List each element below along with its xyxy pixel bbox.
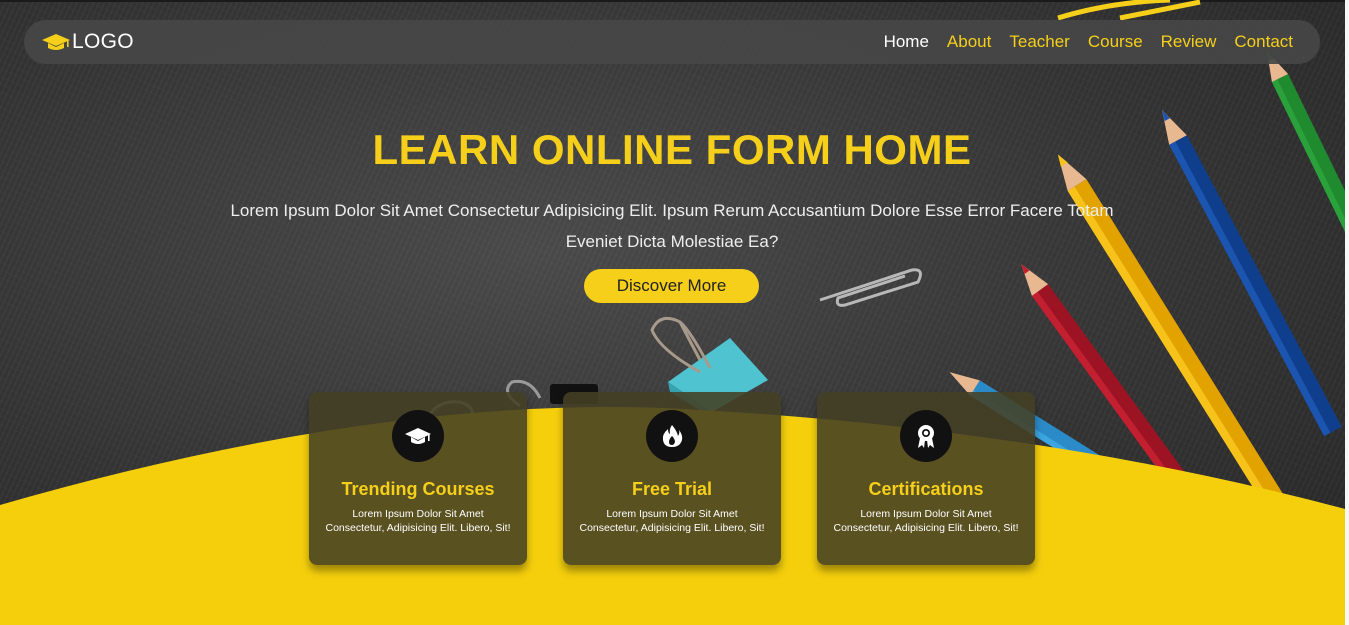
hero-section: LOGO Home About Teacher Course Review Co… — [0, 0, 1349, 625]
hero-description: Lorem Ipsum Dolor Sit Amet Consectetur A… — [230, 201, 1114, 251]
nav-link-review[interactable]: Review — [1161, 31, 1217, 53]
fire-icon — [662, 425, 683, 447]
logo-text: LOGO — [72, 30, 134, 53]
card-text: Lorem Ipsum Dolor Sit Amet Consectetur, … — [579, 508, 765, 534]
page-scroll-edge — [1345, 0, 1349, 625]
card-text: Lorem Ipsum Dolor Sit Amet Consectetur, … — [833, 508, 1019, 534]
nav-link-teacher[interactable]: Teacher — [1009, 31, 1069, 53]
nav-link-home[interactable]: Home — [884, 31, 929, 53]
nav-links: Home About Teacher Course Review Contact — [884, 31, 1293, 53]
feature-card-free-trial[interactable]: Free Trial Lorem Ipsum Dolor Sit Amet Co… — [563, 392, 781, 565]
graduation-cap-icon — [42, 34, 70, 50]
feature-card-certifications[interactable]: Certifications Lorem Ipsum Dolor Sit Ame… — [817, 392, 1035, 565]
card-title: Certifications — [868, 479, 984, 499]
graduation-cap-icon — [405, 428, 431, 444]
award-icon — [918, 425, 934, 448]
nav-link-about[interactable]: About — [947, 31, 991, 53]
card-icon-badge — [392, 410, 444, 462]
card-icon-badge — [646, 410, 698, 462]
logo[interactable]: LOGO — [42, 30, 134, 54]
hero-title: LEARN ONLINE FORM HOME — [372, 126, 972, 173]
card-icon-badge — [900, 410, 952, 462]
nav-link-contact[interactable]: Contact — [1234, 31, 1293, 53]
feature-card-trending-courses[interactable]: Trending Courses Lorem Ipsum Dolor Sit A… — [309, 392, 527, 565]
navbar: LOGO Home About Teacher Course Review Co… — [24, 20, 1320, 64]
card-text: Lorem Ipsum Dolor Sit Amet Consectetur, … — [325, 508, 511, 534]
card-title: Free Trial — [631, 479, 713, 499]
nav-link-course[interactable]: Course — [1088, 31, 1143, 53]
discover-more-button[interactable]: Discover More — [584, 269, 759, 303]
card-title: Trending Courses — [341, 479, 495, 499]
